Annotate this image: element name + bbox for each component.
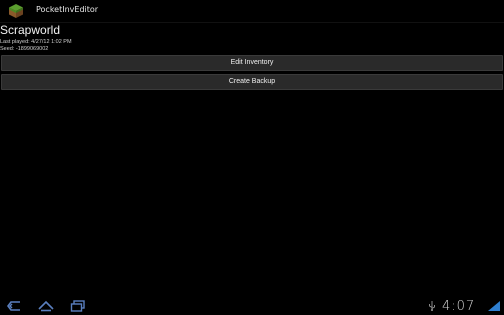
create-backup-button[interactable]: Create Backup	[1, 74, 503, 90]
signal-icon	[488, 301, 500, 311]
action-bar: PocketInvEditor	[0, 0, 504, 23]
last-played-text: Last played: 4/27/12 1:02 PM	[0, 39, 72, 45]
status-area[interactable]: 4:07	[414, 297, 504, 315]
world-name: Scrapworld	[0, 23, 61, 37]
back-arrow-icon[interactable]	[6, 300, 22, 312]
home-icon[interactable]	[37, 300, 55, 312]
seed-text: Seed: -1899069002	[0, 46, 49, 52]
app-screen: PocketInvEditor Scrapworld Last played: …	[0, 0, 504, 315]
usb-icon	[429, 301, 435, 311]
recent-apps-icon[interactable]	[70, 300, 86, 312]
grass-block-icon	[9, 4, 23, 18]
clock: 4:07	[442, 299, 476, 314]
app-title: PocketInvEditor	[36, 5, 99, 14]
edit-inventory-button[interactable]: Edit Inventory	[1, 55, 503, 71]
system-nav-bar: 4:07	[0, 297, 504, 315]
